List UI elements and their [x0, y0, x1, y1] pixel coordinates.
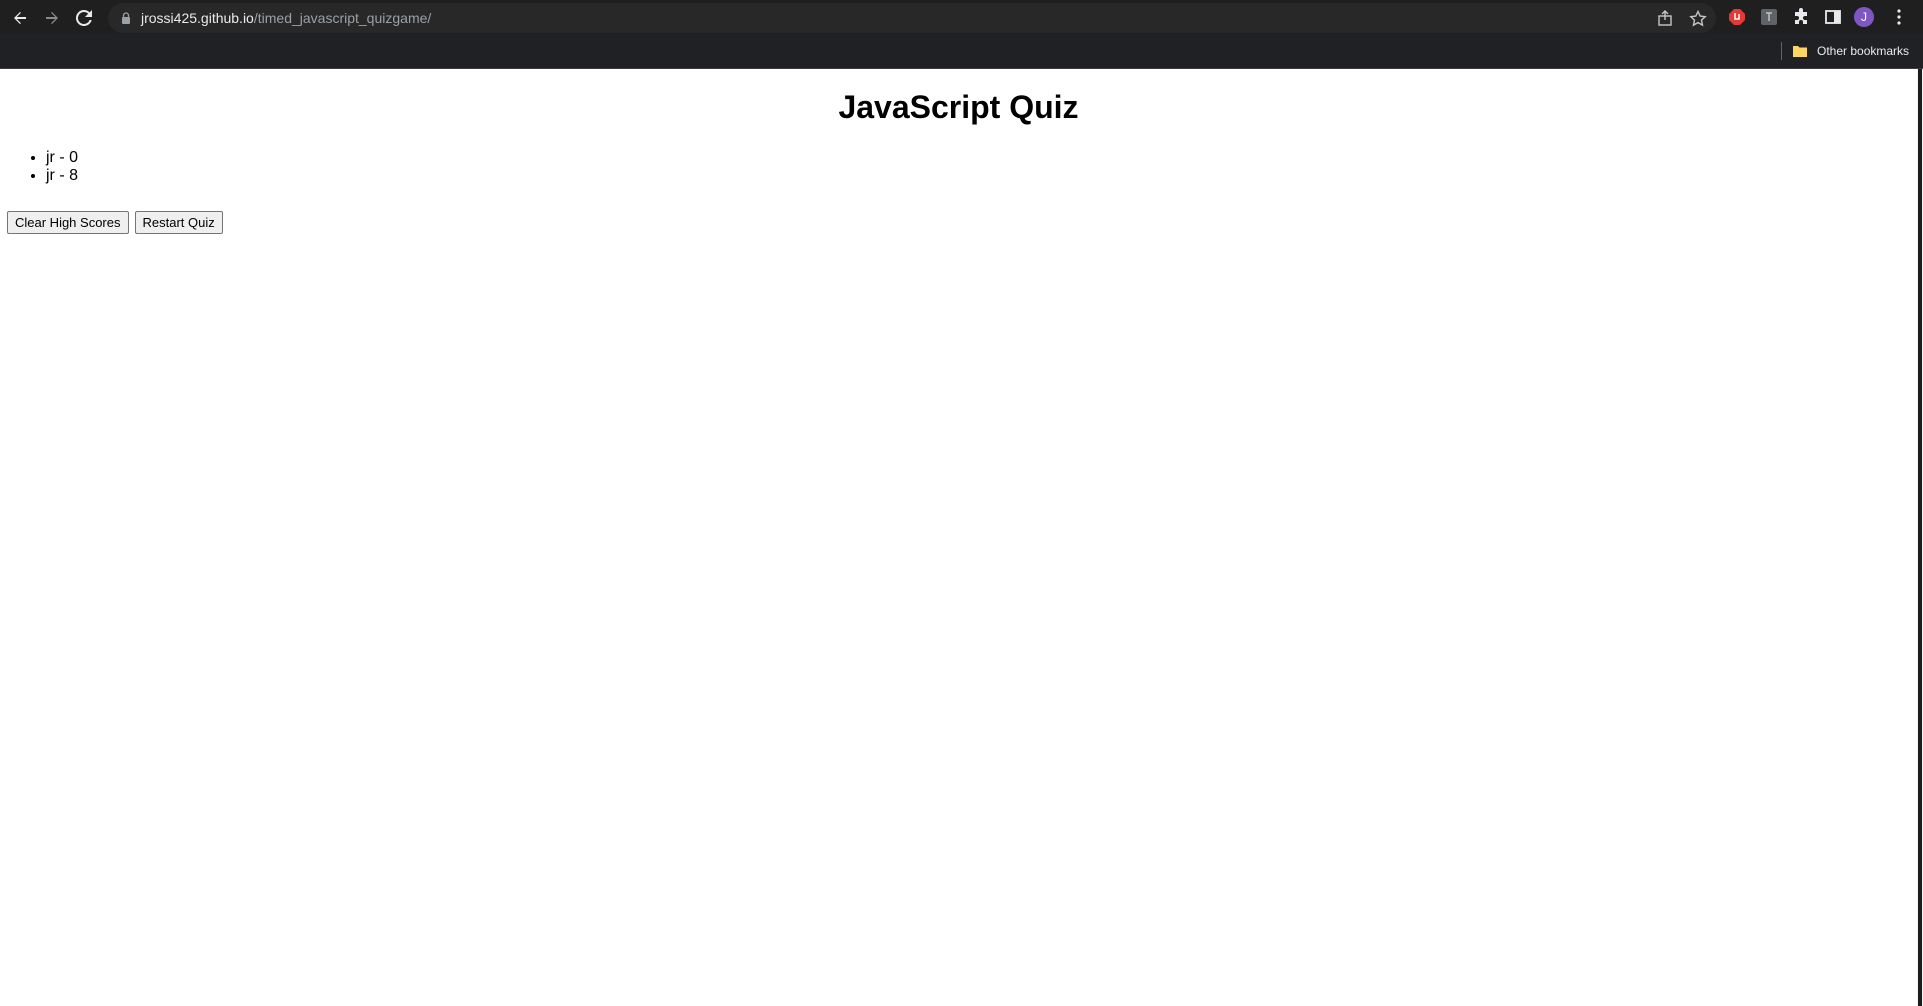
page-scrollbar[interactable]: [1917, 69, 1923, 1006]
page-content: JavaScript Quiz jr - 0 jr - 8 Clear High…: [0, 69, 1917, 1006]
restart-quiz-button[interactable]: Restart Quiz: [134, 211, 223, 234]
bookmarks-bar: Other bookmarks: [0, 34, 1923, 69]
other-bookmarks-label: Other bookmarks: [1817, 44, 1910, 58]
other-bookmarks-button[interactable]: Other bookmarks: [1793, 42, 1909, 60]
page-title: JavaScript Quiz: [838, 89, 1079, 125]
high-score-item: jr - 8: [46, 167, 78, 185]
url-text: jrossi425.github.io/timed_javascript_qui…: [141, 10, 431, 26]
extension-icon[interactable]: [1760, 8, 1778, 26]
folder-icon: [1793, 46, 1807, 57]
lock-icon[interactable]: [120, 12, 132, 24]
high-score-item: jr - 0: [46, 149, 78, 167]
address-bar[interactable]: jrossi425.github.io/timed_javascript_qui…: [108, 3, 1716, 33]
reload-button[interactable]: [72, 6, 96, 30]
reload-icon: [76, 10, 92, 26]
browser-chrome: jrossi425.github.io/timed_javascript_qui…: [0, 0, 1923, 69]
side-panel-icon[interactable]: [1824, 8, 1842, 26]
button-row: Clear High Scores Restart Quiz: [7, 211, 223, 234]
clear-high-scores-button[interactable]: Clear High Scores: [7, 211, 129, 234]
puzzle-icon[interactable]: [1792, 8, 1810, 26]
adblock-extension-icon[interactable]: [1728, 8, 1746, 26]
back-arrow-icon: [14, 12, 26, 24]
share-icon[interactable]: [1656, 10, 1674, 28]
high-scores-list: jr - 0 jr - 8: [0, 149, 78, 185]
url-host: jrossi425.github.io: [141, 10, 254, 26]
scrollbar-thumb[interactable]: [1918, 69, 1922, 1006]
url-path: /timed_javascript_quizgame/: [253, 10, 432, 26]
forward-arrow-icon: [46, 12, 58, 24]
kebab-menu-icon[interactable]: [1892, 8, 1906, 26]
back-button[interactable]: [8, 6, 32, 30]
browser-toolbar: jrossi425.github.io/timed_javascript_qui…: [0, 0, 1923, 34]
bookmarks-divider: [1781, 42, 1782, 60]
profile-avatar[interactable]: J: [1854, 7, 1874, 27]
forward-button[interactable]: [40, 6, 64, 30]
star-icon[interactable]: [1689, 10, 1707, 28]
